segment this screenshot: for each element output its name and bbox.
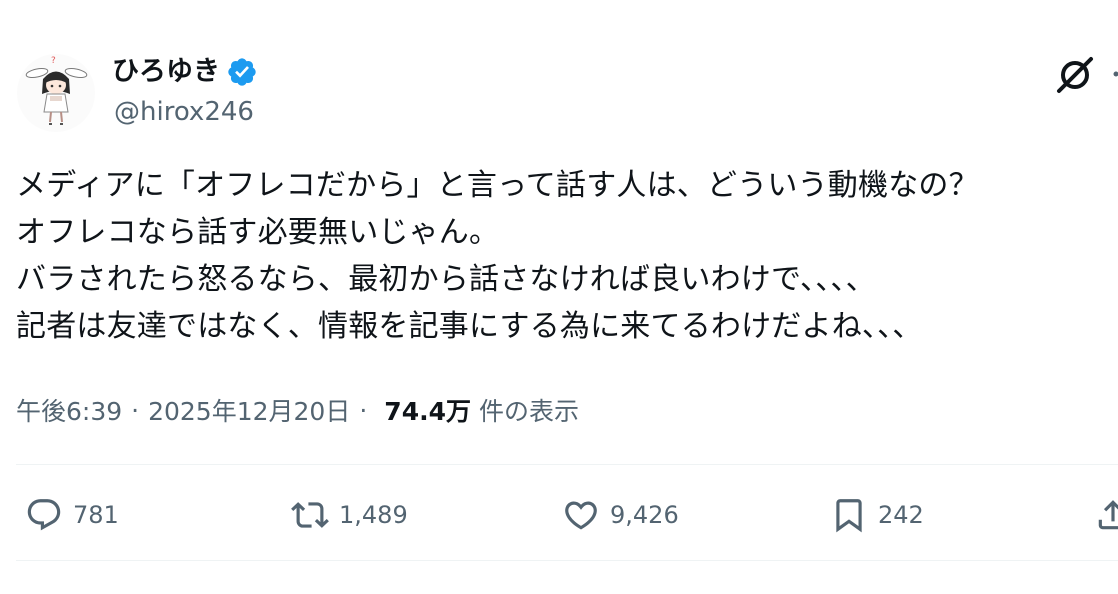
tweet-text-line: メディアに「オフレコだから」と言って話す人は、どういう動機なの？ (16, 168, 979, 203)
bookmark-count: 242 (878, 501, 924, 529)
tweet-text: メディアに「オフレコだから」と言って話す人は、どういう動機なの？ オフレコなら話… (16, 162, 1110, 350)
tweet-text-line: オフレコなら話す必要無いじゃん。 (16, 215, 500, 250)
heart-icon (565, 501, 597, 530)
divider (16, 560, 1118, 561)
svg-text:?: ? (51, 56, 56, 66)
bookmark-icon (836, 499, 862, 533)
retweet-button[interactable]: 1,489 (291, 493, 408, 537)
reply-count: 781 (73, 501, 119, 529)
retweet-icon (291, 502, 329, 528)
views-count[interactable]: 74.4万 (384, 392, 471, 428)
divider (16, 464, 1118, 465)
share-button[interactable] (1094, 493, 1118, 537)
tweet-text-line: 記者は友達ではなく、情報を記事にする為に来てるわけだよね、、、 (16, 309, 923, 344)
avatar[interactable]: ? (16, 52, 96, 134)
like-count: 9,426 (610, 501, 679, 529)
user-name-row: ひろゆき (112, 54, 258, 90)
more-options-icon[interactable] (1108, 66, 1118, 80)
like-button[interactable]: 9,426 (562, 493, 679, 537)
user-handle[interactable]: @hirox246 (114, 95, 254, 129)
avatar-illustration: ? (17, 54, 95, 132)
bookmark-button[interactable]: 242 (830, 493, 924, 537)
display-name[interactable]: ひろゆき (112, 54, 220, 90)
reply-button[interactable]: 781 (25, 493, 119, 537)
meta-separator: · (131, 395, 140, 425)
retweet-count: 1,489 (339, 501, 408, 529)
tweet-meta: 午後6:39 · 2025年12月20日 · 74.4万 件の表示 (16, 390, 579, 430)
reply-icon (27, 499, 61, 531)
verified-badge-icon[interactable] (226, 56, 258, 88)
grok-icon[interactable] (1054, 54, 1096, 96)
tweet-date[interactable]: 2025年12月20日 (148, 392, 350, 428)
meta-separator: · (359, 395, 368, 425)
tweet-time[interactable]: 午後6:39 (16, 392, 122, 428)
views-label[interactable]: 件の表示 (479, 392, 579, 428)
tweet-text-line: バラされたら怒るなら、最初から話さなければ良いわけで、、、、 (16, 262, 876, 297)
share-icon (1098, 500, 1118, 530)
